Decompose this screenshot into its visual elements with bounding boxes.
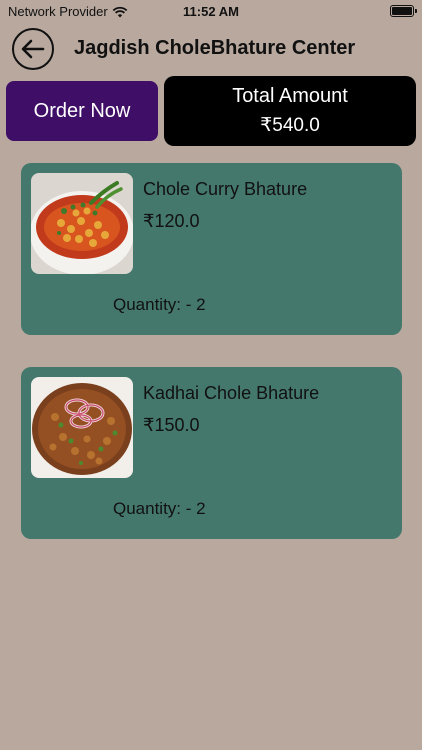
- header: Jagdish CholeBhature Center: [0, 26, 422, 72]
- back-button[interactable]: [12, 28, 54, 70]
- page-title: Jagdish CholeBhature Center: [74, 37, 356, 59]
- chole-curry-bowl-image: [31, 173, 133, 274]
- order-now-button[interactable]: Order Now: [6, 81, 158, 141]
- total-amount-value: ₹540.0: [260, 115, 320, 136]
- status-time: 11:52 AM: [183, 4, 239, 19]
- item-name: Kadhai Chole Bhature: [143, 383, 320, 403]
- status-bar: Network Provider 11:52 AM: [0, 0, 422, 22]
- item-price: ₹120.0: [143, 211, 200, 231]
- item-name: Chole Curry Bhature: [143, 179, 308, 199]
- item-quantity: Quantity: - 2: [113, 499, 206, 518]
- cart-item-card[interactable]: Kadhai Chole Bhature ₹150.0 Quantity: - …: [21, 367, 402, 539]
- cart-item-card[interactable]: Chole Curry Bhature ₹120.0 Quantity: - 2: [21, 163, 402, 335]
- total-amount-label: Total Amount: [232, 85, 348, 107]
- battery-icon: [390, 5, 417, 17]
- item-price: ₹150.0: [143, 415, 200, 435]
- total-amount-box: Total Amount ₹540.0: [164, 76, 416, 146]
- arrow-left-icon: [21, 39, 45, 59]
- item-quantity: Quantity: - 2: [113, 295, 206, 314]
- kadhai-chole-plate-image: [31, 377, 133, 478]
